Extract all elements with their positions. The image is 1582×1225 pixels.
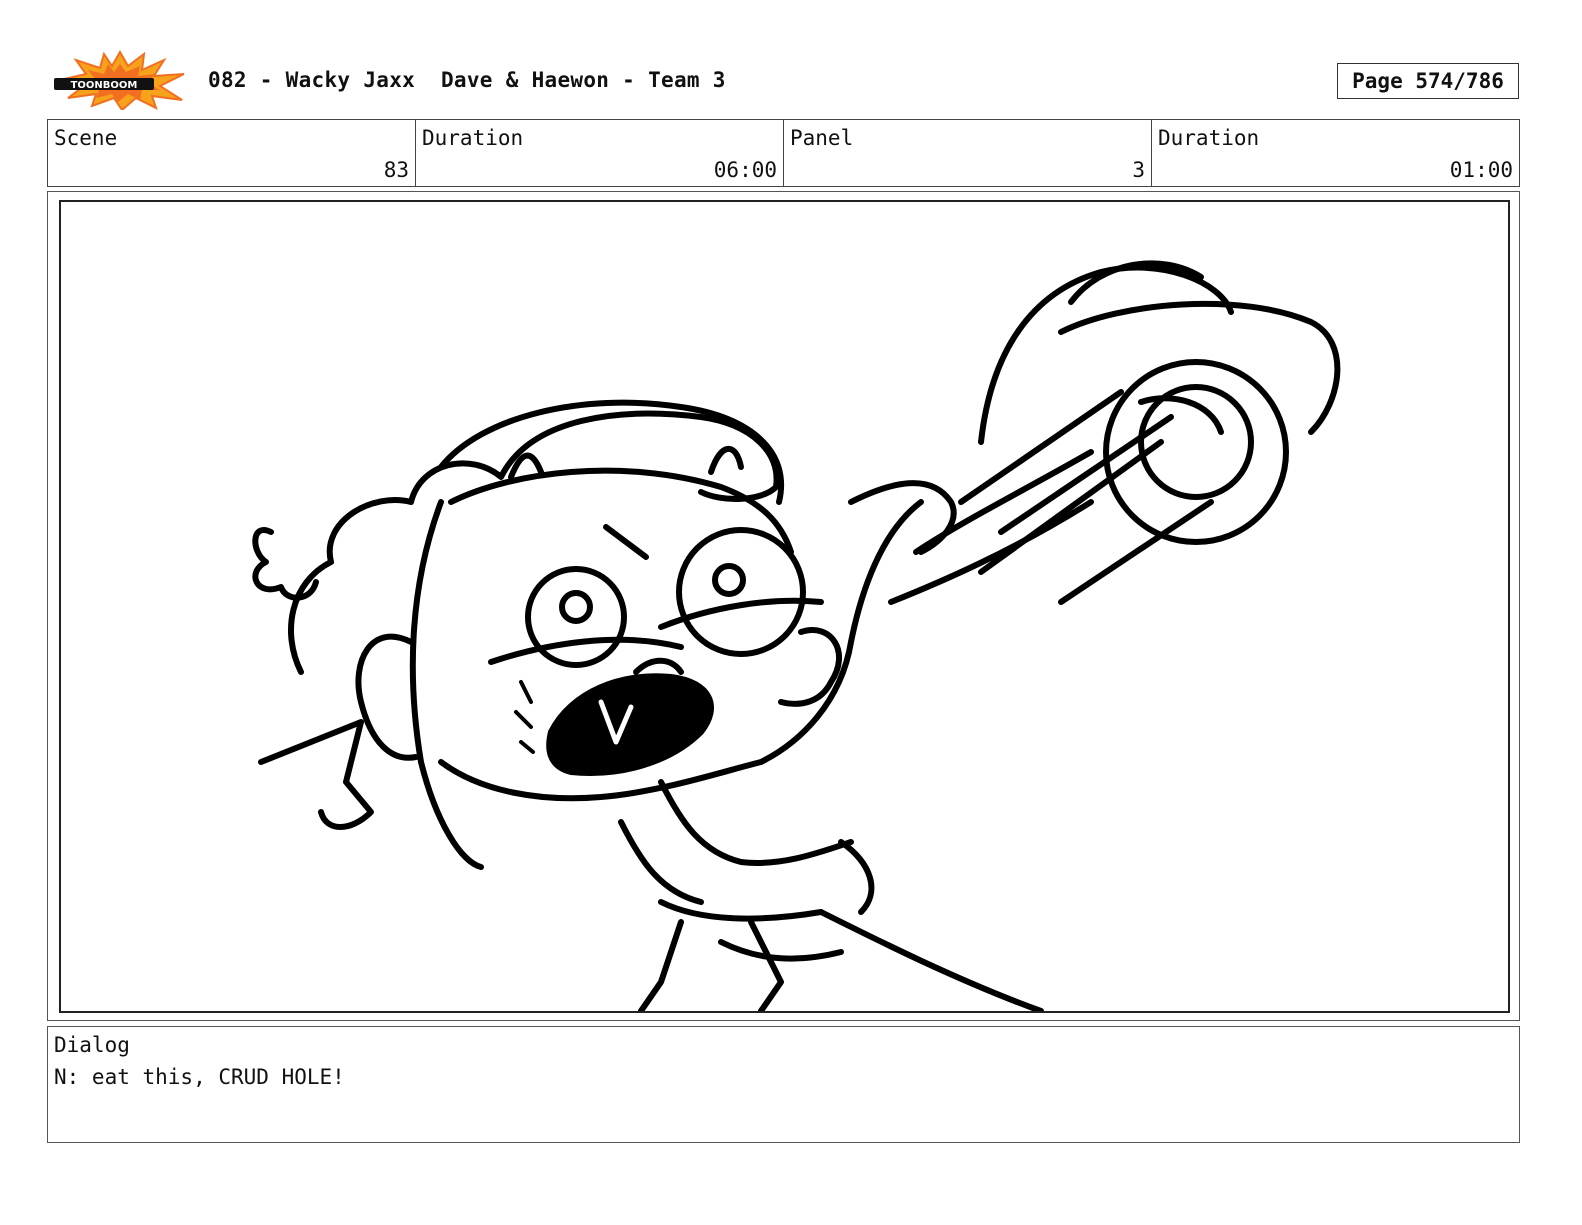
storyboard-panel <box>59 200 1510 1013</box>
scene-cell: Scene 83 <box>48 120 416 186</box>
panel-duration-cell: Duration 01:00 <box>1152 120 1519 186</box>
dialog-text: N: eat this, CRUD HOLE! <box>54 1065 345 1089</box>
scene-duration-cell: Duration 06:00 <box>416 120 784 186</box>
page-indicator: Page 574/786 <box>1337 63 1519 99</box>
panel-duration-value: 01:00 <box>1449 158 1513 182</box>
character-sketch <box>252 260 1341 1011</box>
toonboom-logo: TOONBOOM <box>52 50 188 110</box>
storyboard-title: 082 - Wacky Jaxx Dave & Haewon - Team 3 <box>208 68 726 92</box>
dialog-box: Dialog N: eat this, CRUD HOLE! <box>47 1026 1520 1143</box>
info-row: Scene 83 Duration 06:00 Panel 3 Duration… <box>47 119 1520 187</box>
dialog-label: Dialog <box>54 1033 130 1057</box>
scene-duration-label: Duration <box>422 126 524 150</box>
logo-wordmark: TOONBOOM <box>71 80 138 91</box>
scene-value: 83 <box>383 158 409 182</box>
panel-duration-label: Duration <box>1158 126 1260 150</box>
scene-label: Scene <box>54 126 118 150</box>
scene-duration-value: 06:00 <box>713 158 777 182</box>
panel-cell: Panel 3 <box>784 120 1152 186</box>
toonboom-logo-icon: TOONBOOM <box>54 50 185 110</box>
panel-value: 3 <box>1132 158 1145 182</box>
panel-label: Panel <box>790 126 854 150</box>
